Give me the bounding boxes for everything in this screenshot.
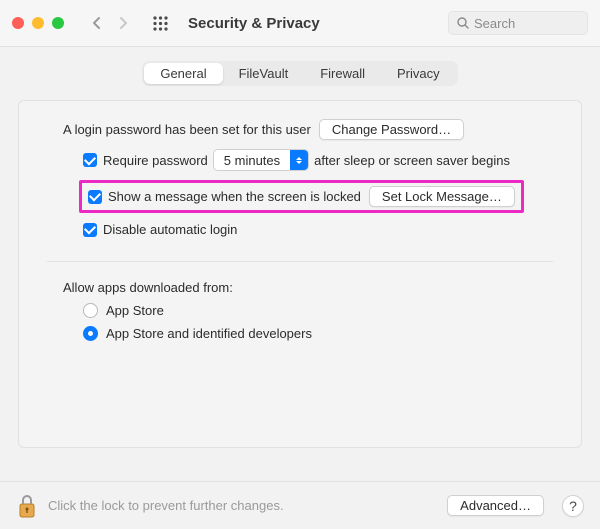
disable-auto-login-row: Disable automatic login xyxy=(83,222,553,237)
require-password-suffix: after sleep or screen saver begins xyxy=(314,153,510,168)
show-message-highlight: Show a message when the screen is locked… xyxy=(79,180,553,213)
password-set-row: A login password has been set for this u… xyxy=(63,119,553,140)
downloads-radio-group: App Store App Store and identified devel… xyxy=(83,303,553,341)
tab-general[interactable]: General xyxy=(144,63,222,84)
search-placeholder: Search xyxy=(474,16,515,31)
section-separator xyxy=(47,261,553,262)
titlebar: Security & Privacy Search xyxy=(0,0,600,46)
change-password-button[interactable]: Change Password… xyxy=(319,119,464,140)
set-lock-message-button[interactable]: Set Lock Message… xyxy=(369,186,515,207)
radio-app-store-label: App Store xyxy=(106,303,164,318)
password-set-text: A login password has been set for this u… xyxy=(63,122,311,137)
require-password-label: Require password xyxy=(103,153,208,168)
radio-identified-row: App Store and identified developers xyxy=(83,326,553,341)
lock-text: Click the lock to prevent further change… xyxy=(48,498,284,513)
close-window-button[interactable] xyxy=(12,17,24,29)
tab-privacy[interactable]: Privacy xyxy=(381,63,456,84)
window-title: Security & Privacy xyxy=(188,15,320,32)
tabs: General FileVault Firewall Privacy xyxy=(142,61,457,86)
nav-arrows xyxy=(88,15,132,31)
disable-auto-login-label: Disable automatic login xyxy=(103,222,237,237)
disable-auto-login-checkbox[interactable] xyxy=(83,223,97,237)
tabbar: General FileVault Firewall Privacy xyxy=(18,61,582,86)
footer: Click the lock to prevent further change… xyxy=(0,481,600,529)
content: General FileVault Firewall Privacy A log… xyxy=(0,47,600,448)
downloads-heading: Allow apps downloaded from: xyxy=(63,280,553,295)
forward-button[interactable] xyxy=(116,15,132,31)
show-message-label: Show a message when the screen is locked xyxy=(108,189,361,204)
general-panel: A login password has been set for this u… xyxy=(18,100,582,448)
require-password-delay-select[interactable]: 5 minutes xyxy=(213,149,309,171)
tab-firewall[interactable]: Firewall xyxy=(304,63,381,84)
require-password-row: Require password 5 minutes after sleep o… xyxy=(83,149,553,171)
radio-app-store[interactable] xyxy=(83,303,98,318)
lock-icon[interactable] xyxy=(16,492,38,520)
require-password-checkbox[interactable] xyxy=(83,153,97,167)
search-input[interactable]: Search xyxy=(448,11,588,35)
search-icon xyxy=(457,17,469,29)
minimize-window-button[interactable] xyxy=(32,17,44,29)
require-password-delay-value: 5 minutes xyxy=(214,153,290,168)
advanced-button[interactable]: Advanced… xyxy=(447,495,544,516)
show-message-checkbox[interactable] xyxy=(88,190,102,204)
help-button[interactable]: ? xyxy=(562,495,584,517)
back-button[interactable] xyxy=(88,15,104,31)
select-caret-icon xyxy=(290,150,308,170)
radio-identified-label: App Store and identified developers xyxy=(106,326,312,341)
window-controls xyxy=(12,17,64,29)
radio-identified-developers[interactable] xyxy=(83,326,98,341)
radio-app-store-row: App Store xyxy=(83,303,553,318)
tab-filevault[interactable]: FileVault xyxy=(223,63,305,84)
zoom-window-button[interactable] xyxy=(52,17,64,29)
show-all-icon[interactable] xyxy=(152,15,168,31)
